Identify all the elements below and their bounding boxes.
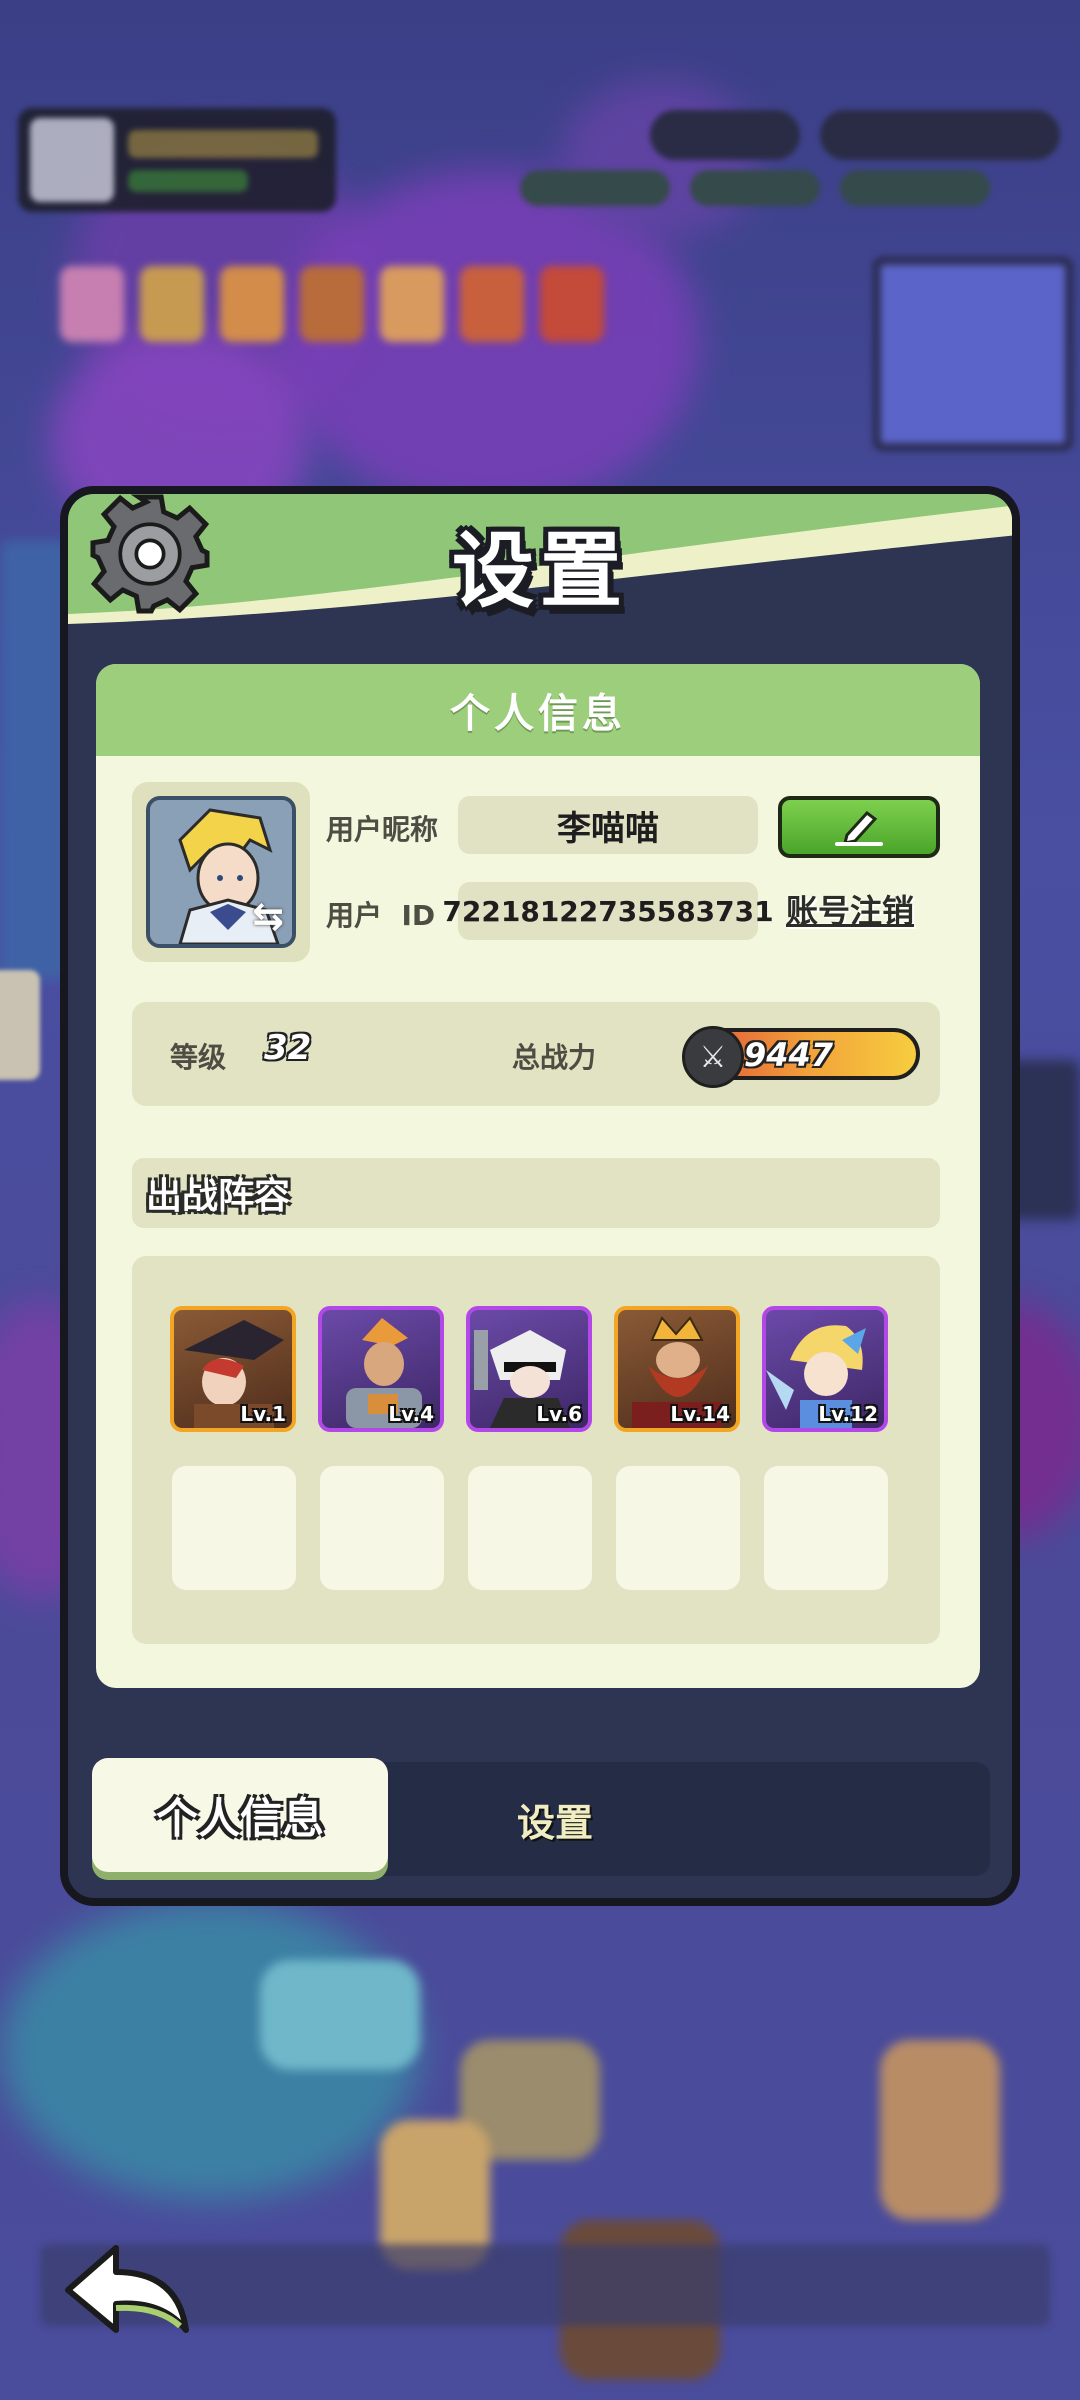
team-lineup: Lv.1 Lv.4 Lv.6 Lv.14 Lv.12 xyxy=(132,1256,940,1644)
empty-hero-slot[interactable] xyxy=(764,1466,888,1590)
hud-player-card xyxy=(18,108,336,212)
section-header: 个人信息 xyxy=(96,664,980,756)
side-tab xyxy=(0,970,40,1080)
hero-level: Lv.4 xyxy=(388,1402,434,1426)
nickname-label: 用户昵称 xyxy=(326,813,439,846)
stats-row: 等级 32 总战力 ⚔ 9447 xyxy=(132,1002,940,1106)
account-deletion-link[interactable]: 账号注销 xyxy=(786,886,914,932)
hero-level: Lv.12 xyxy=(818,1402,878,1426)
hud-hero-chip xyxy=(140,266,204,342)
crossed-swords-icon: ⚔ xyxy=(682,1026,744,1088)
tab-settings[interactable]: 设置 xyxy=(460,1782,650,1856)
hero-slot-1[interactable]: Lv.1 xyxy=(170,1306,296,1432)
hud-resource xyxy=(520,170,670,206)
nickname-field: 李喵喵 xyxy=(458,796,758,854)
hud-resource xyxy=(690,170,820,206)
pencil-icon xyxy=(835,810,883,846)
hero-level: Lv.6 xyxy=(536,1402,582,1426)
hero-slot-5[interactable]: Lv.12 xyxy=(762,1306,888,1432)
empty-hero-slot[interactable] xyxy=(320,1466,444,1590)
edit-nickname-button[interactable] xyxy=(778,796,940,858)
profile-card: 个人信息 ⇆ 用户昵称 李喵喵 用户 ID 72218122735583731 … xyxy=(96,664,980,1688)
hud-gem-counter xyxy=(650,110,800,160)
level-label: 等级 xyxy=(170,1041,227,1074)
swap-arrows-icon[interactable]: ⇆ xyxy=(252,894,284,938)
hero-level: Lv.14 xyxy=(670,1402,730,1426)
hud-hero-chip xyxy=(460,266,524,342)
user-id-field: 72218122735583731 xyxy=(442,882,774,940)
hud-hero-chip xyxy=(220,266,284,342)
hud-hero-chip xyxy=(380,266,444,342)
hud-hero-chip xyxy=(60,266,124,342)
empty-hero-slot[interactable] xyxy=(616,1466,740,1590)
hero-slot-2[interactable]: Lv.4 xyxy=(318,1306,444,1432)
empty-hero-slot[interactable] xyxy=(468,1466,592,1590)
team-section-title: 出战阵容 xyxy=(132,1158,940,1228)
avatar[interactable]: ⇆ xyxy=(146,796,296,948)
panel-title: 设置 xyxy=(451,524,628,619)
hud-hero-chip xyxy=(300,266,364,342)
hud-gold-counter xyxy=(820,110,1060,160)
hero-slot-4[interactable]: Lv.14 xyxy=(614,1306,740,1432)
avatar-frame[interactable]: ⇆ xyxy=(132,782,310,962)
power-label: 总战力 xyxy=(512,1041,597,1074)
tab-profile[interactable]: 个人信息 xyxy=(92,1758,388,1872)
power-value: 9447 xyxy=(744,1036,834,1074)
minimap xyxy=(874,258,1072,450)
hero-level: Lv.1 xyxy=(240,1402,286,1426)
hud-resource xyxy=(840,170,990,206)
empty-hero-slot[interactable] xyxy=(172,1466,296,1590)
power-badge: ⚔ 9447 xyxy=(682,1026,920,1088)
level-value: 32 xyxy=(264,1028,312,1068)
user-id-label: 用户 ID xyxy=(326,899,436,932)
back-arrow-icon[interactable] xyxy=(58,2238,198,2338)
hero-slot-3[interactable]: Lv.6 xyxy=(466,1306,592,1432)
hud-hero-chip xyxy=(540,266,604,342)
